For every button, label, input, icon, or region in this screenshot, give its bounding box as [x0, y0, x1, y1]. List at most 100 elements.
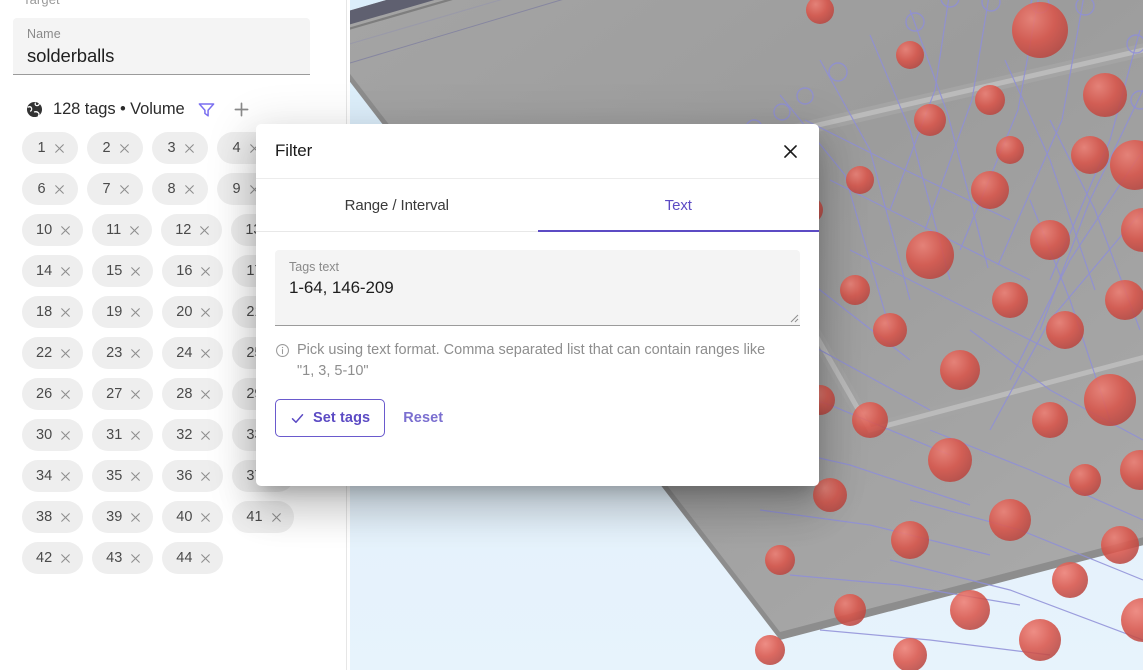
- tag-chip[interactable]: 18: [22, 296, 84, 328]
- tag-chip[interactable]: 36: [162, 460, 224, 492]
- tag-chip-label: 36: [176, 468, 193, 484]
- tag-chip[interactable]: 1: [22, 132, 78, 164]
- tag-chip-remove-icon[interactable]: [199, 265, 212, 278]
- tag-chip-label: 14: [36, 263, 53, 279]
- tag-chip[interactable]: 2: [87, 132, 143, 164]
- tag-chip-remove-icon[interactable]: [128, 224, 141, 237]
- tag-chip[interactable]: 41: [232, 501, 294, 533]
- tag-chip-remove-icon[interactable]: [199, 306, 212, 319]
- name-field[interactable]: Name solderballs: [13, 18, 310, 75]
- tag-chip[interactable]: 24: [162, 337, 224, 369]
- set-tags-button[interactable]: Set tags: [275, 399, 386, 437]
- tag-chip-remove-icon[interactable]: [129, 265, 142, 278]
- tag-chip-label: 15: [106, 263, 123, 279]
- tag-chip[interactable]: 23: [92, 337, 154, 369]
- tag-chip-remove-icon[interactable]: [53, 142, 66, 155]
- tag-chip-remove-icon[interactable]: [129, 470, 142, 483]
- tag-chip-remove-icon[interactable]: [199, 388, 212, 401]
- tag-chip-label: 8: [167, 181, 176, 197]
- tag-chip-remove-icon[interactable]: [199, 470, 212, 483]
- dialog-close-button[interactable]: [775, 136, 805, 166]
- resize-handle-icon[interactable]: [787, 311, 799, 323]
- tag-chip-label: 4: [232, 140, 241, 156]
- tag-chip[interactable]: 15: [92, 255, 154, 287]
- tag-chip-remove-icon[interactable]: [198, 224, 211, 237]
- tag-count-label: 128 tags • Volume: [53, 99, 185, 118]
- plus-icon: [234, 102, 249, 116]
- tag-chip-label: 39: [106, 509, 123, 525]
- reset-button[interactable]: Reset: [391, 399, 455, 437]
- tag-chip-remove-icon[interactable]: [59, 224, 72, 237]
- tab-range-interval[interactable]: Range / Interval: [256, 179, 538, 231]
- tags-text-field[interactable]: Tags text 1-64, 146-209: [275, 250, 800, 326]
- tag-chip-remove-icon[interactable]: [59, 347, 72, 360]
- add-tag-button[interactable]: [229, 96, 255, 122]
- check-icon: [291, 413, 304, 423]
- tag-chip-label: 6: [37, 181, 46, 197]
- tag-chip-remove-icon[interactable]: [183, 142, 196, 155]
- tag-chip[interactable]: 40: [162, 501, 224, 533]
- tag-chip-label: 20: [176, 304, 193, 320]
- tag-chip-remove-icon[interactable]: [199, 347, 212, 360]
- tag-chip[interactable]: 27: [92, 378, 154, 410]
- tag-chip-remove-icon[interactable]: [59, 306, 72, 319]
- tag-chip-remove-icon[interactable]: [59, 511, 72, 524]
- tag-chip[interactable]: 32: [162, 419, 224, 451]
- tag-chip[interactable]: 34: [22, 460, 84, 492]
- tag-chip-remove-icon[interactable]: [59, 552, 72, 565]
- tag-chip-label: 40: [176, 509, 193, 525]
- dialog-header: Filter: [256, 124, 819, 179]
- tag-chip[interactable]: 11: [92, 214, 153, 246]
- tag-chip-label: 30: [36, 427, 53, 443]
- tag-chip[interactable]: 16: [162, 255, 224, 287]
- tag-chip[interactable]: 12: [161, 214, 223, 246]
- tag-chip[interactable]: 19: [92, 296, 154, 328]
- tag-chip-remove-icon[interactable]: [129, 552, 142, 565]
- tag-chip[interactable]: 39: [92, 501, 154, 533]
- tag-chip-remove-icon[interactable]: [183, 183, 196, 196]
- tag-chip-label: 32: [176, 427, 193, 443]
- tag-chip[interactable]: 3: [152, 132, 208, 164]
- tag-chip-remove-icon[interactable]: [199, 552, 212, 565]
- tag-summary-bar: 128 tags • Volume: [25, 96, 255, 122]
- tag-chip[interactable]: 28: [162, 378, 224, 410]
- tag-chip-remove-icon[interactable]: [59, 470, 72, 483]
- tag-chip-remove-icon[interactable]: [59, 388, 72, 401]
- tag-chip[interactable]: 38: [22, 501, 84, 533]
- tag-chip[interactable]: 6: [22, 173, 78, 205]
- tag-chip[interactable]: 22: [22, 337, 84, 369]
- tag-chip-remove-icon[interactable]: [118, 183, 131, 196]
- tag-chip[interactable]: 43: [92, 542, 154, 574]
- tag-chip-remove-icon[interactable]: [199, 429, 212, 442]
- tag-chip[interactable]: 42: [22, 542, 84, 574]
- tag-chip-remove-icon[interactable]: [129, 429, 142, 442]
- tag-chip-remove-icon[interactable]: [129, 511, 142, 524]
- tag-chip-remove-icon[interactable]: [270, 511, 283, 524]
- tag-chip[interactable]: 44: [162, 542, 224, 574]
- filter-button[interactable]: [194, 96, 220, 122]
- tag-chip-label: 42: [36, 550, 53, 566]
- tab-text[interactable]: Text: [537, 179, 820, 232]
- tag-chip-remove-icon[interactable]: [129, 306, 142, 319]
- tag-chip-remove-icon[interactable]: [59, 265, 72, 278]
- tag-chip[interactable]: 31: [92, 419, 154, 451]
- tag-chip-label: 12: [175, 222, 192, 238]
- tag-chip-remove-icon[interactable]: [129, 388, 142, 401]
- tags-text-value: 1-64, 146-209: [289, 278, 394, 297]
- tag-chip[interactable]: 10: [22, 214, 84, 246]
- tag-chip[interactable]: 8: [152, 173, 208, 205]
- tag-chip-remove-icon[interactable]: [118, 142, 131, 155]
- tag-chip-remove-icon[interactable]: [129, 347, 142, 360]
- dialog-title: Filter: [275, 141, 313, 160]
- tag-chip[interactable]: 7: [87, 173, 143, 205]
- funnel-icon: [198, 102, 215, 117]
- tag-chip-label: 7: [102, 181, 111, 197]
- tag-chip[interactable]: 26: [22, 378, 84, 410]
- tag-chip-remove-icon[interactable]: [53, 183, 66, 196]
- tag-chip-remove-icon[interactable]: [199, 511, 212, 524]
- tag-chip[interactable]: 14: [22, 255, 84, 287]
- tag-chip[interactable]: 20: [162, 296, 224, 328]
- tag-chip[interactable]: 30: [22, 419, 84, 451]
- tag-chip-remove-icon[interactable]: [59, 429, 72, 442]
- tag-chip[interactable]: 35: [92, 460, 154, 492]
